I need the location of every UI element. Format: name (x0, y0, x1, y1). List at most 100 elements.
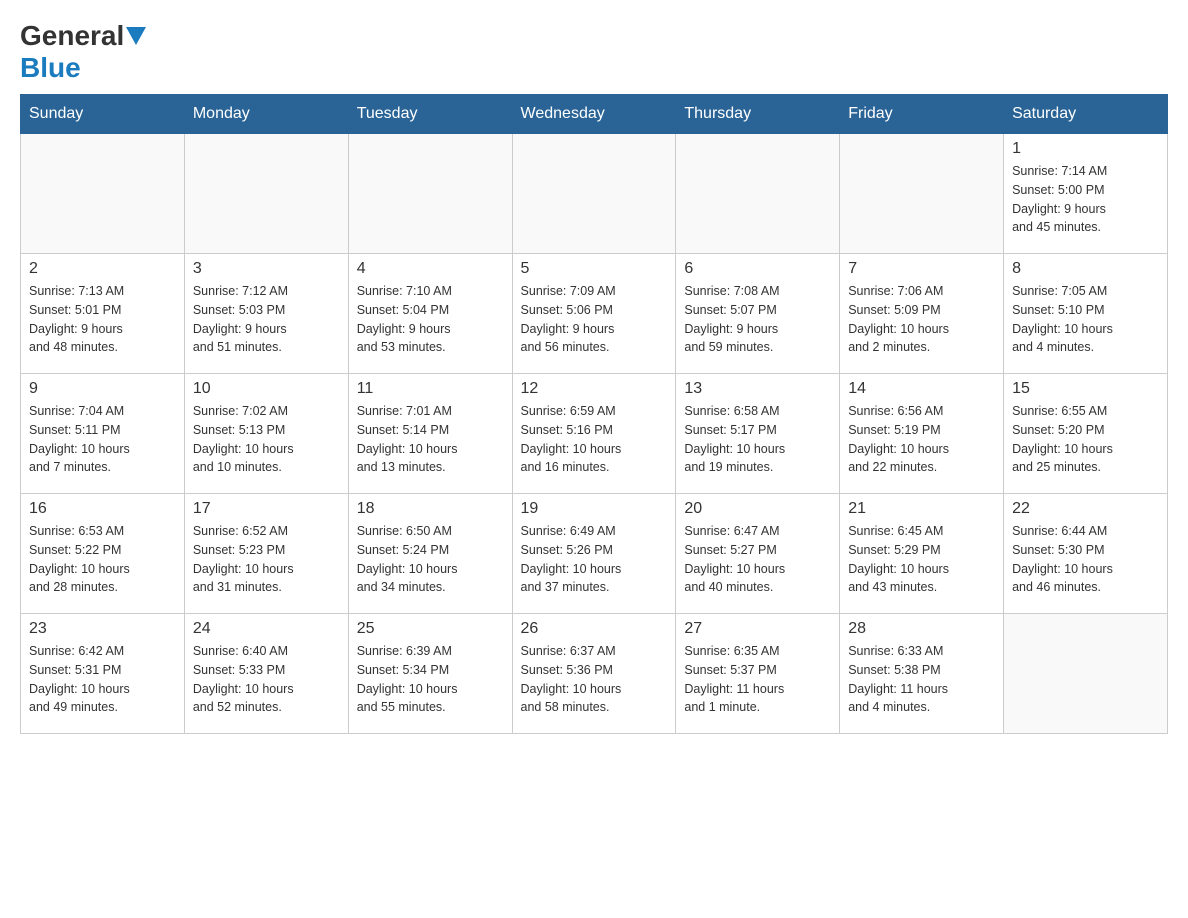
week-row-1: 1 Sunrise: 7:14 AM Sunset: 5:00 PM Daylig… (21, 134, 1168, 254)
day-info: Sunrise: 7:05 AM Sunset: 5:10 PM Dayligh… (1012, 282, 1159, 357)
calendar-cell-3-1: 17 Sunrise: 6:52 AM Sunset: 5:23 PM Dayli… (184, 494, 348, 614)
day-number: 2 (29, 260, 176, 278)
calendar-cell-1-4: 6Sunrise: 7:08 AM Sunset: 5:07 PM Daylig… (676, 254, 840, 374)
calendar-cell-2-5: 14 Sunrise: 6:56 AM Sunset: 5:19 PM Dayli… (840, 374, 1004, 494)
calendar-cell-4-3: 26 Sunrise: 6:37 AM Sunset: 5:36 PM Dayli… (512, 614, 676, 734)
calendar-header: SundayMondayTuesdayWednesdayThursdayFrid… (21, 95, 1168, 134)
week-row-3: 9 Sunrise: 7:04 AM Sunset: 5:11 PM Daylig… (21, 374, 1168, 494)
day-info: Sunrise: 6:33 AM Sunset: 5:38 PM Dayligh… (848, 642, 995, 717)
calendar-cell-3-6: 22 Sunrise: 6:44 AM Sunset: 5:30 PM Dayli… (1004, 494, 1168, 614)
day-number: 12 (521, 380, 668, 398)
weekday-header-wednesday: Wednesday (512, 95, 676, 134)
day-info: Sunrise: 7:10 AM Sunset: 5:04 PM Dayligh… (357, 282, 504, 357)
day-number: 11 (357, 380, 504, 398)
logo: General Blue (20, 20, 148, 84)
day-info: Sunrise: 6:52 AM Sunset: 5:23 PM Dayligh… (193, 522, 340, 597)
day-info: Sunrise: 6:40 AM Sunset: 5:33 PM Dayligh… (193, 642, 340, 717)
calendar-table: SundayMondayTuesdayWednesdayThursdayFrid… (20, 94, 1168, 734)
day-number: 22 (1012, 500, 1159, 518)
day-number: 21 (848, 500, 995, 518)
day-info: Sunrise: 6:55 AM Sunset: 5:20 PM Dayligh… (1012, 402, 1159, 477)
day-number: 10 (193, 380, 340, 398)
calendar-cell-1-3: 5 Sunrise: 7:09 AM Sunset: 5:06 PM Daylig… (512, 254, 676, 374)
day-number: 9 (29, 380, 176, 398)
day-info: Sunrise: 6:44 AM Sunset: 5:30 PM Dayligh… (1012, 522, 1159, 597)
calendar-cell-4-6 (1004, 614, 1168, 734)
weekday-header-monday: Monday (184, 95, 348, 134)
calendar-cell-4-5: 28Sunrise: 6:33 AM Sunset: 5:38 PM Dayli… (840, 614, 1004, 734)
day-info: Sunrise: 7:09 AM Sunset: 5:06 PM Dayligh… (521, 282, 668, 357)
day-info: Sunrise: 6:39 AM Sunset: 5:34 PM Dayligh… (357, 642, 504, 717)
weekday-header-thursday: Thursday (676, 95, 840, 134)
weekday-header-saturday: Saturday (1004, 95, 1168, 134)
weekday-header-tuesday: Tuesday (348, 95, 512, 134)
calendar-cell-2-6: 15Sunrise: 6:55 AM Sunset: 5:20 PM Dayli… (1004, 374, 1168, 494)
calendar-cell-4-0: 23 Sunrise: 6:42 AM Sunset: 5:31 PM Dayli… (21, 614, 185, 734)
calendar-cell-2-0: 9 Sunrise: 7:04 AM Sunset: 5:11 PM Daylig… (21, 374, 185, 494)
calendar-cell-4-1: 24 Sunrise: 6:40 AM Sunset: 5:33 PM Dayli… (184, 614, 348, 734)
day-info: Sunrise: 6:56 AM Sunset: 5:19 PM Dayligh… (848, 402, 995, 477)
calendar-cell-0-1 (184, 134, 348, 254)
calendar-cell-4-4: 27 Sunrise: 6:35 AM Sunset: 5:37 PM Dayli… (676, 614, 840, 734)
day-number: 16 (29, 500, 176, 518)
day-info: Sunrise: 7:02 AM Sunset: 5:13 PM Dayligh… (193, 402, 340, 477)
day-number: 27 (684, 620, 831, 638)
calendar-cell-2-3: 12 Sunrise: 6:59 AM Sunset: 5:16 PM Dayli… (512, 374, 676, 494)
calendar-cell-0-6: 1 Sunrise: 7:14 AM Sunset: 5:00 PM Daylig… (1004, 134, 1168, 254)
day-info: Sunrise: 7:13 AM Sunset: 5:01 PM Dayligh… (29, 282, 176, 357)
header: General Blue (20, 20, 1168, 84)
day-info: Sunrise: 6:50 AM Sunset: 5:24 PM Dayligh… (357, 522, 504, 597)
day-number: 5 (521, 260, 668, 278)
weekday-header-sunday: Sunday (21, 95, 185, 134)
day-number: 20 (684, 500, 831, 518)
day-info: Sunrise: 6:47 AM Sunset: 5:27 PM Dayligh… (684, 522, 831, 597)
day-number: 13 (684, 380, 831, 398)
calendar-cell-0-4 (676, 134, 840, 254)
day-number: 26 (521, 620, 668, 638)
day-info: Sunrise: 6:59 AM Sunset: 5:16 PM Dayligh… (521, 402, 668, 477)
logo-triangle-icon (126, 27, 146, 45)
day-info: Sunrise: 7:14 AM Sunset: 5:00 PM Dayligh… (1012, 162, 1159, 237)
weekday-header-friday: Friday (840, 95, 1004, 134)
day-number: 6 (684, 260, 831, 278)
day-number: 7 (848, 260, 995, 278)
logo-general-text: General (20, 20, 124, 52)
week-row-4: 16 Sunrise: 6:53 AM Sunset: 5:22 PM Dayli… (21, 494, 1168, 614)
calendar-cell-2-4: 13 Sunrise: 6:58 AM Sunset: 5:17 PM Dayli… (676, 374, 840, 494)
calendar-cell-0-3 (512, 134, 676, 254)
calendar-cell-4-2: 25Sunrise: 6:39 AM Sunset: 5:34 PM Dayli… (348, 614, 512, 734)
day-info: Sunrise: 7:12 AM Sunset: 5:03 PM Dayligh… (193, 282, 340, 357)
calendar-cell-3-2: 18Sunrise: 6:50 AM Sunset: 5:24 PM Dayli… (348, 494, 512, 614)
calendar-cell-1-6: 8 Sunrise: 7:05 AM Sunset: 5:10 PM Daylig… (1004, 254, 1168, 374)
day-number: 1 (1012, 140, 1159, 158)
day-info: Sunrise: 6:49 AM Sunset: 5:26 PM Dayligh… (521, 522, 668, 597)
day-info: Sunrise: 6:37 AM Sunset: 5:36 PM Dayligh… (521, 642, 668, 717)
day-info: Sunrise: 7:04 AM Sunset: 5:11 PM Dayligh… (29, 402, 176, 477)
calendar-cell-1-0: 2 Sunrise: 7:13 AM Sunset: 5:01 PM Daylig… (21, 254, 185, 374)
day-number: 19 (521, 500, 668, 518)
calendar-cell-3-3: 19 Sunrise: 6:49 AM Sunset: 5:26 PM Dayli… (512, 494, 676, 614)
logo-blue-text: Blue (20, 52, 81, 83)
day-number: 8 (1012, 260, 1159, 278)
week-row-2: 2 Sunrise: 7:13 AM Sunset: 5:01 PM Daylig… (21, 254, 1168, 374)
calendar-body: 1 Sunrise: 7:14 AM Sunset: 5:00 PM Daylig… (21, 134, 1168, 734)
day-number: 23 (29, 620, 176, 638)
day-info: Sunrise: 6:42 AM Sunset: 5:31 PM Dayligh… (29, 642, 176, 717)
week-row-5: 23 Sunrise: 6:42 AM Sunset: 5:31 PM Dayli… (21, 614, 1168, 734)
calendar-cell-1-5: 7 Sunrise: 7:06 AM Sunset: 5:09 PM Daylig… (840, 254, 1004, 374)
day-info: Sunrise: 6:58 AM Sunset: 5:17 PM Dayligh… (684, 402, 831, 477)
calendar-cell-3-4: 20 Sunrise: 6:47 AM Sunset: 5:27 PM Dayli… (676, 494, 840, 614)
day-number: 17 (193, 500, 340, 518)
day-number: 3 (193, 260, 340, 278)
day-info: Sunrise: 7:06 AM Sunset: 5:09 PM Dayligh… (848, 282, 995, 357)
day-info: Sunrise: 6:53 AM Sunset: 5:22 PM Dayligh… (29, 522, 176, 597)
calendar-cell-1-2: 4 Sunrise: 7:10 AM Sunset: 5:04 PM Daylig… (348, 254, 512, 374)
day-number: 24 (193, 620, 340, 638)
day-number: 4 (357, 260, 504, 278)
calendar-cell-3-0: 16 Sunrise: 6:53 AM Sunset: 5:22 PM Dayli… (21, 494, 185, 614)
day-info: Sunrise: 6:35 AM Sunset: 5:37 PM Dayligh… (684, 642, 831, 717)
calendar-cell-0-5 (840, 134, 1004, 254)
calendar-cell-1-1: 3 Sunrise: 7:12 AM Sunset: 5:03 PM Daylig… (184, 254, 348, 374)
day-info: Sunrise: 6:45 AM Sunset: 5:29 PM Dayligh… (848, 522, 995, 597)
day-number: 14 (848, 380, 995, 398)
